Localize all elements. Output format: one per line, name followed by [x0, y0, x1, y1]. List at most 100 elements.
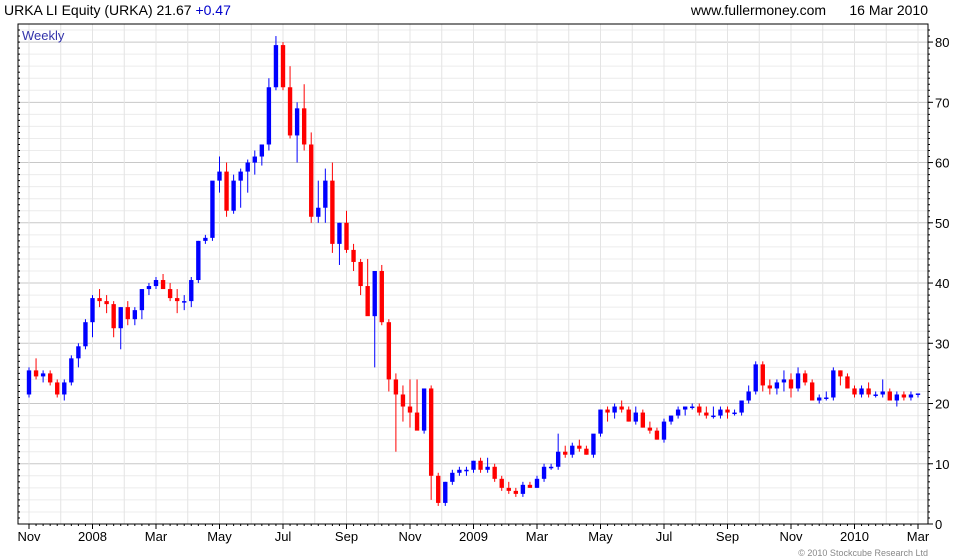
candle-body — [217, 171, 222, 181]
y-tick-label: 40 — [935, 276, 949, 291]
candle-body — [90, 298, 95, 323]
candle-body — [859, 388, 864, 395]
candle-body — [767, 385, 773, 389]
candle-body — [563, 451, 568, 455]
candle-body — [210, 180, 215, 238]
candle-body — [605, 409, 610, 413]
candle-body — [428, 388, 434, 476]
candle-body — [499, 478, 504, 488]
candle-body — [287, 87, 293, 136]
candle-body — [908, 394, 914, 398]
x-axis: Nov 2008 Mar May Jul Sep Nov 2009 Mar May Jul Sep No… — [17, 524, 930, 544]
candle-body — [795, 373, 801, 389]
candle-body — [774, 382, 780, 389]
candle-body — [527, 484, 533, 488]
candle-body — [598, 409, 603, 434]
x-tick-label: May — [207, 529, 232, 544]
candle-body — [619, 406, 624, 410]
candle-body — [372, 270, 377, 317]
candle-body — [534, 478, 540, 488]
candle-body — [591, 433, 596, 455]
candle-body — [330, 180, 335, 244]
candle-body — [824, 397, 829, 399]
candle-body — [174, 298, 180, 302]
price-chart: 01020304050607080 Nov 2008 Mar May Jul Sep Nov… — [17, 23, 949, 544]
x-tick-label: Mar — [145, 529, 168, 544]
candle-body — [344, 222, 349, 250]
candle-body — [118, 307, 123, 329]
candle-body — [407, 406, 413, 413]
candle-body — [365, 286, 370, 317]
candle-body — [654, 430, 660, 440]
x-tick-label: Jul — [275, 529, 292, 544]
candle-body — [690, 406, 695, 409]
candle-body — [845, 376, 850, 389]
candle-body — [513, 490, 519, 494]
candle-body — [69, 358, 74, 383]
candle-body — [167, 289, 173, 299]
candle-body — [732, 412, 737, 415]
candle-body — [323, 180, 328, 208]
y-tick-label: 60 — [935, 156, 949, 171]
candle-body — [711, 415, 716, 418]
candle-body — [111, 304, 116, 329]
x-tick-label: Sep — [335, 529, 358, 544]
candle-body — [400, 394, 406, 407]
candle-body — [259, 144, 265, 157]
candle-body — [196, 240, 201, 281]
x-tick-label: 2008 — [78, 529, 107, 544]
candle-body — [139, 289, 145, 311]
candle-body — [443, 481, 448, 503]
y-tick-label: 20 — [935, 397, 949, 412]
candle-body — [189, 280, 194, 302]
candle-body — [704, 412, 709, 416]
candle-body — [633, 412, 638, 422]
candle-body — [612, 406, 617, 413]
candle-body — [294, 108, 300, 136]
candle-body — [273, 45, 279, 88]
candle-body — [358, 261, 363, 287]
candle-body — [661, 421, 667, 440]
candle-body — [464, 469, 469, 472]
candle-body — [83, 322, 88, 347]
candle-body — [379, 270, 384, 323]
candle-body — [817, 397, 822, 401]
candle-body — [301, 108, 307, 145]
x-tick-label: Jul — [656, 529, 673, 544]
candle-body — [873, 394, 878, 396]
candle-body — [760, 364, 765, 386]
candle-body — [506, 487, 511, 491]
candle-body — [47, 373, 53, 383]
candle-body — [852, 388, 857, 395]
candle-body — [682, 406, 688, 410]
x-tick-label: Nov — [17, 529, 41, 544]
candle-body — [386, 322, 392, 380]
candle-body — [570, 445, 575, 455]
y-tick-label: 70 — [935, 95, 949, 110]
candle-body — [584, 448, 589, 455]
candle-body — [492, 466, 497, 479]
x-tick-label: Mar — [907, 529, 930, 544]
candle-body — [421, 388, 427, 431]
y-tick-label: 50 — [935, 216, 949, 231]
x-tick-label: Mar — [526, 529, 549, 544]
candle-body — [746, 391, 751, 401]
candle-body — [266, 87, 272, 145]
candle-body — [450, 472, 455, 482]
candle-body — [887, 391, 892, 401]
candle-body — [809, 382, 815, 401]
x-tick-label: 2010 — [840, 529, 869, 544]
candle-body — [725, 409, 730, 413]
candle-body — [838, 370, 843, 377]
candle-body — [245, 162, 250, 172]
candle-body — [788, 379, 794, 389]
candle-body — [55, 382, 60, 395]
candle-body — [831, 370, 836, 398]
y-tick-label: 30 — [935, 336, 949, 351]
candle-body — [132, 310, 138, 320]
candle-body — [555, 451, 561, 467]
x-tick-label: May — [588, 529, 613, 544]
candle-body — [252, 156, 257, 163]
candle-body — [640, 412, 646, 428]
x-tick-label: 2009 — [459, 529, 488, 544]
